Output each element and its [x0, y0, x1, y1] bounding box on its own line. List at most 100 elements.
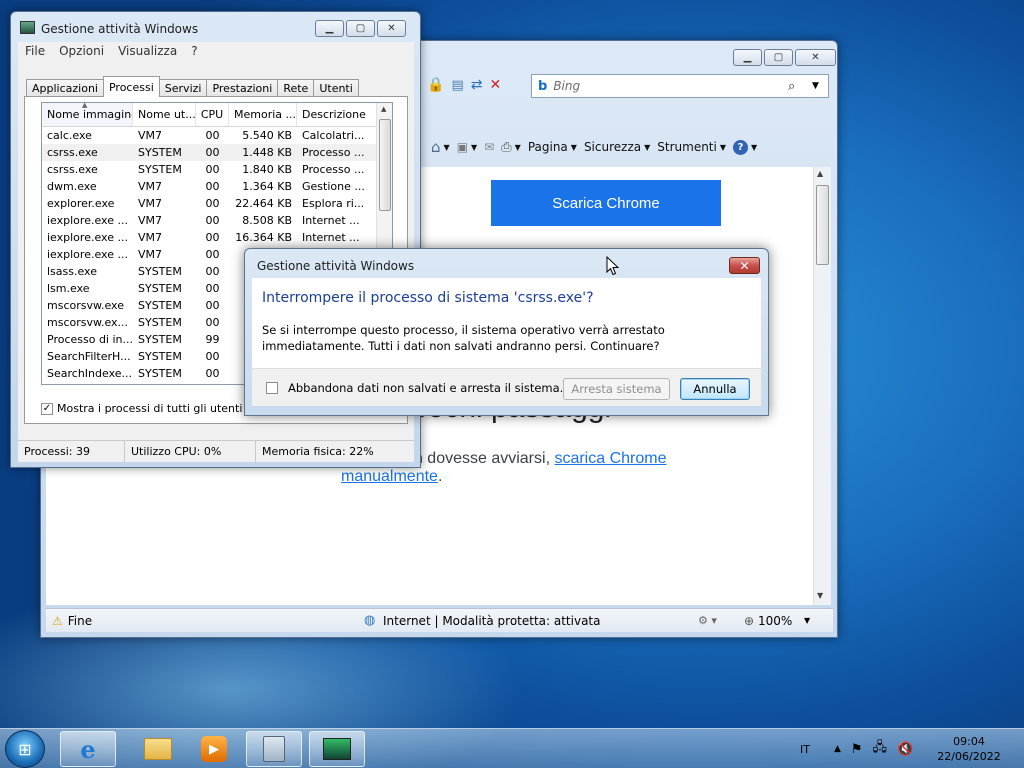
protected-mode-icon[interactable]: ⚙ ▾	[698, 614, 717, 627]
column-image-name[interactable]: Nome immagine ▲	[42, 103, 133, 126]
home-button[interactable]: ⌂ ▼	[431, 138, 450, 156]
security-menu-label: Sicurezza	[583, 140, 642, 154]
compatibility-view-icon[interactable]: ▤	[451, 78, 463, 93]
table-row[interactable]: iexplore.exe ... VM7 00 8.508 KB Internet ..…	[42, 212, 392, 229]
tab-users[interactable]: Utenti	[313, 79, 359, 97]
clock-date: 22/06/2022	[937, 750, 1001, 763]
table-row[interactable]: dwm.exe VM7 00 1.364 KB Gestione ...	[42, 178, 392, 195]
cell-image-name: calc.exe	[47, 129, 92, 142]
close-icon: ✕	[739, 258, 750, 273]
tab-performance[interactable]: Prestazioni	[206, 79, 279, 97]
process-scroll-thumb[interactable]	[379, 119, 391, 211]
internet-explorer-icon: e	[80, 734, 96, 764]
table-row[interactable]: csrss.exe SYSTEM 00 1.448 KB Processo ...	[42, 144, 392, 161]
stop-icon[interactable]: ✕	[489, 77, 501, 93]
cell-user-name: VM7	[138, 248, 163, 261]
status-memory: Memoria fisica: 22%	[262, 445, 374, 458]
cell-image-name: Processo di in...	[47, 333, 133, 346]
lock-icon[interactable]: 🔒	[427, 77, 444, 93]
help-button[interactable]: ? ▼	[733, 139, 757, 155]
show-all-checkbox[interactable]: ✓	[41, 402, 53, 415]
feeds-button[interactable]: ▣ ▼	[457, 140, 478, 154]
taskbar-clock[interactable]: 09:04 22/06/2022	[935, 734, 1003, 764]
network-icon[interactable]: 🖧	[873, 738, 888, 760]
zoom-level[interactable]: 100%	[758, 614, 792, 628]
menu-view[interactable]: Visualizza	[111, 44, 184, 58]
print-button[interactable]: ⎙ ▼	[501, 140, 521, 155]
taskbar-media-player[interactable]: ▶	[186, 731, 242, 767]
ie-maximize-button[interactable]: ▢	[764, 49, 793, 66]
tm-window-controls: ▁ ▢ ✕	[315, 20, 406, 37]
cell-user-name: VM7	[138, 231, 163, 244]
ie-vertical-scrollbar[interactable]: ▲ ▼	[813, 167, 831, 605]
ie-scroll-thumb[interactable]	[816, 185, 829, 265]
status-zone[interactable]: Internet | Modalità protetta: attivata	[383, 614, 600, 628]
chevron-down-icon[interactable]: ▼	[812, 81, 819, 91]
tab-applications[interactable]: Applicazioni	[26, 79, 104, 97]
mail-icon: ✉	[484, 140, 495, 154]
volume-muted-icon[interactable]: 🔇	[897, 742, 913, 757]
abandon-data-label: Abbandona dati non salvati e arresta il …	[288, 381, 564, 395]
table-row[interactable]: csrss.exe SYSTEM 00 1.840 KB Processo ...	[42, 161, 392, 178]
scroll-up-icon[interactable]: ▲	[381, 105, 386, 113]
status-cpu-usage: Utilizzo CPU: 0%	[125, 441, 256, 462]
taskbar-explorer[interactable]	[130, 731, 186, 767]
taskbar-calculator[interactable]	[246, 731, 302, 767]
language-indicator[interactable]: IT	[800, 743, 810, 756]
cell-cpu: 00	[205, 214, 220, 227]
show-hidden-icons-icon[interactable]: ▲	[834, 744, 841, 754]
cell-user-name: VM7	[138, 214, 163, 227]
column-description[interactable]: Descrizione	[297, 103, 375, 126]
zoom-chevron-icon[interactable]: ▼	[804, 616, 810, 625]
security-menu[interactable]: Sicurezza ▼	[584, 140, 650, 154]
cell-memory: 5.540 KB	[242, 129, 292, 142]
abandon-data-checkbox[interactable]	[266, 382, 278, 394]
tab-processes[interactable]: Processi	[102, 76, 160, 97]
tm-close-button[interactable]: ✕	[377, 20, 406, 37]
column-user-name[interactable]: Nome ut...	[133, 103, 196, 126]
mail-button[interactable]: ✉	[484, 140, 494, 154]
cell-cpu: 99	[205, 333, 220, 346]
abandon-data-option[interactable]: Abbandona dati non salvati e arresta il …	[266, 381, 563, 395]
cancel-button[interactable]: Annulla	[680, 378, 750, 400]
cell-image-name: lsass.exe	[47, 265, 97, 278]
folder-icon	[144, 738, 172, 760]
menu-file[interactable]: File	[18, 44, 52, 58]
ie-close-button[interactable]: ✕	[795, 49, 836, 66]
column-cpu[interactable]: CPU	[196, 103, 229, 126]
download-chrome-button[interactable]: Scarica Chrome	[491, 180, 721, 226]
page-menu[interactable]: Pagina ▼	[528, 140, 577, 154]
tm-menu-bar: File Opzioni Visualizza ?	[18, 42, 414, 60]
ie-status-bar: ⚠ Fine ◍ Internet | Modalità protetta: a…	[46, 608, 833, 632]
tab-network[interactable]: Rete	[277, 79, 315, 97]
tools-menu[interactable]: Strumenti ▼	[657, 140, 726, 154]
show-all-processes[interactable]: ✓ Mostra i processi di tutti gli utenti	[41, 402, 242, 415]
column-memory[interactable]: Memoria ...	[229, 103, 297, 126]
tab-services[interactable]: Servizi	[158, 79, 208, 97]
taskbar-internet-explorer[interactable]: e	[60, 731, 116, 767]
start-button[interactable]: ⊞	[5, 730, 45, 768]
tm-minimize-button[interactable]: ▁	[315, 20, 344, 37]
table-row[interactable]: iexplore.exe ... VM7 00 16.364 KB Internet .…	[42, 229, 392, 246]
action-center-flag-icon[interactable]: ⚑	[851, 742, 863, 757]
tm-maximize-button[interactable]: ▢	[346, 20, 375, 37]
menu-options[interactable]: Opzioni	[52, 44, 111, 58]
cell-user-name: SYSTEM	[138, 265, 182, 278]
search-placeholder: Bing	[553, 79, 581, 93]
maximize-icon: ▢	[773, 52, 784, 63]
bing-search-box[interactable]: b Bing ⌕ ▼	[531, 74, 829, 98]
dialog-close-button[interactable]: ✕	[729, 257, 760, 274]
taskbar-task-manager[interactable]	[309, 731, 365, 767]
search-icon[interactable]: ⌕	[788, 79, 795, 94]
end-process-dialog[interactable]: Gestione attività Windows ✕ Interrompere…	[244, 248, 769, 416]
scroll-down-icon[interactable]: ▼	[817, 591, 823, 600]
cell-description: Calcolatri...	[302, 129, 365, 142]
table-row[interactable]: explorer.exe VM7 00 22.464 KB Esplora ri...	[42, 195, 392, 212]
menu-help[interactable]: ?	[184, 44, 204, 58]
shutdown-system-button[interactable]: Arresta sistema	[563, 378, 670, 400]
cell-user-name: SYSTEM	[138, 350, 182, 363]
scroll-up-icon[interactable]: ▲	[817, 169, 823, 178]
refresh-icon[interactable]: ⇄	[471, 77, 483, 93]
table-row[interactable]: calc.exe VM7 00 5.540 KB Calcolatri...	[42, 127, 392, 144]
ie-minimize-button[interactable]: ▁	[733, 49, 762, 66]
